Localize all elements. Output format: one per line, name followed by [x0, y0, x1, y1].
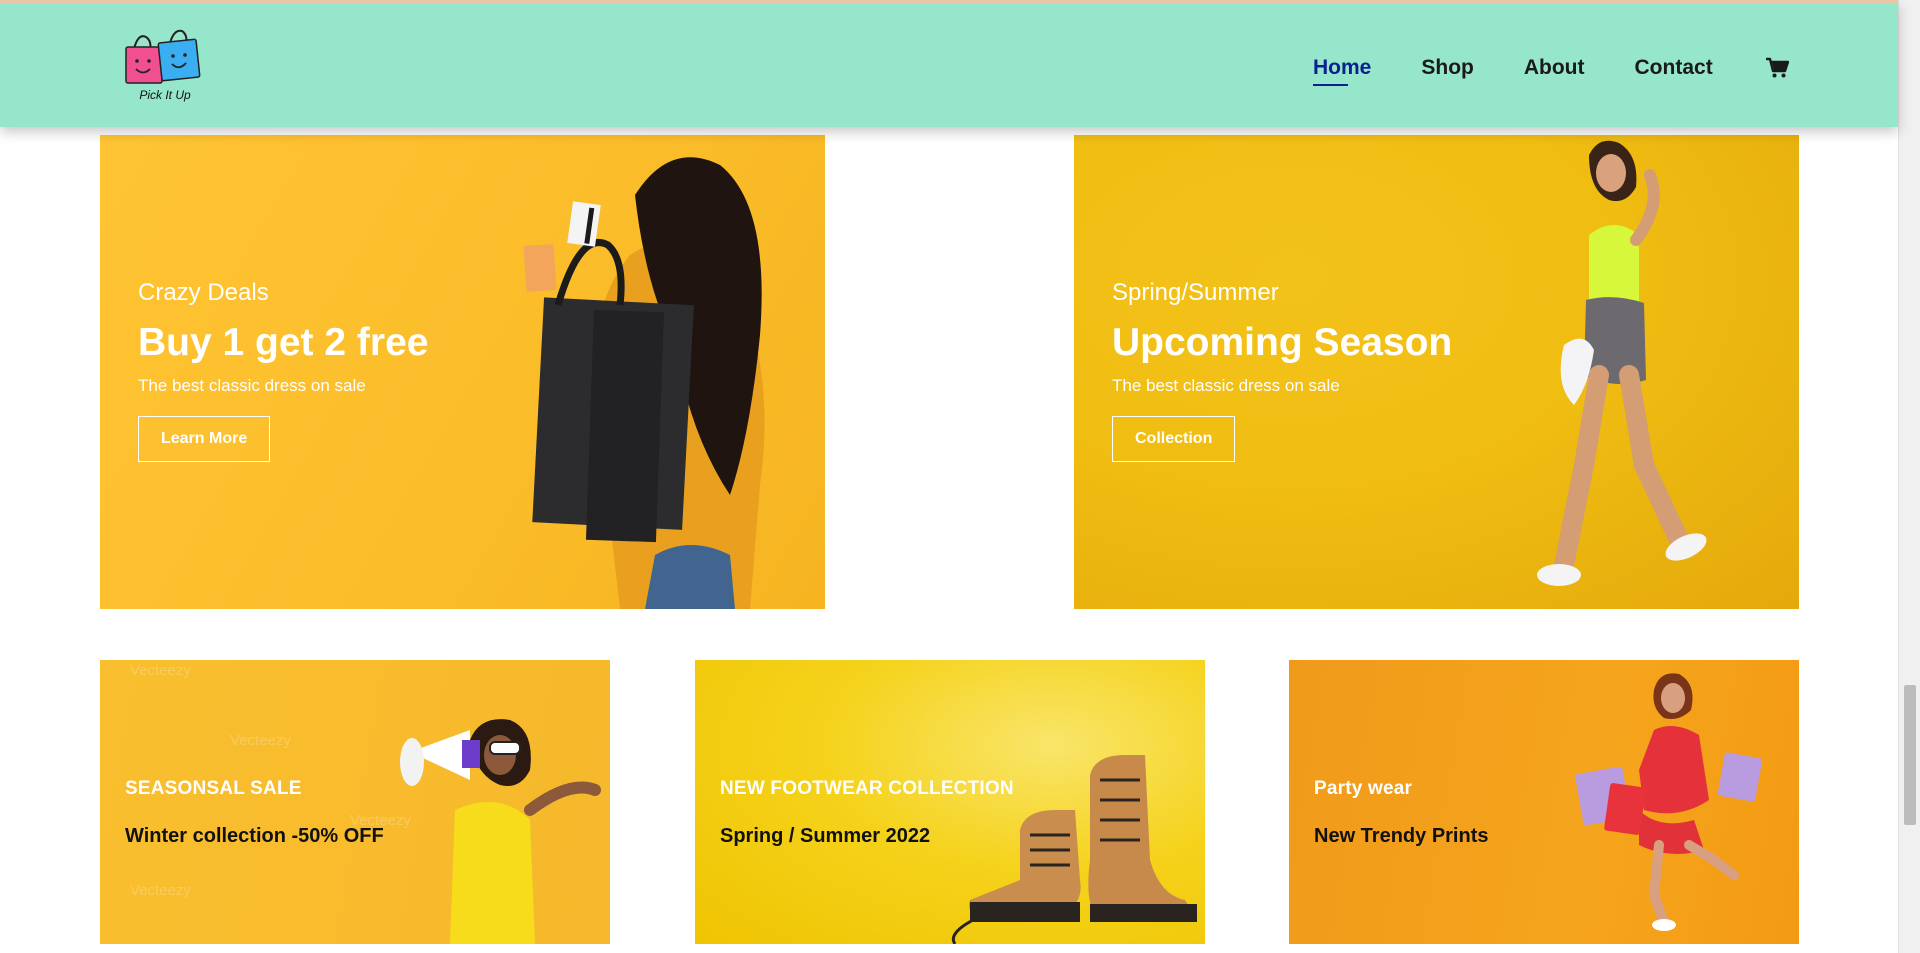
card-footwear[interactable]: NEW FOOTWEAR COLLECTION Spring / Summer … [695, 660, 1205, 944]
page: Pick It Up Home Shop About Contact Crazy… [0, 0, 1920, 953]
page-scrollbar[interactable] [1898, 0, 1920, 953]
woman-with-megaphone-image [400, 719, 601, 944]
watermark-text: Vecteezy [130, 662, 191, 679]
watermark-text: Vecteezy [130, 882, 191, 899]
cart-icon[interactable] [1765, 57, 1789, 79]
learn-more-button[interactable]: Learn More [138, 416, 271, 462]
card-title: NEW FOOTWEAR COLLECTION [720, 778, 1014, 799]
banner-subtext: The best classic dress on sale [1112, 376, 1340, 395]
scrollbar-thumb[interactable] [1904, 685, 1916, 825]
banner-tagline: Crazy Deals [138, 279, 269, 306]
banner-headline: Upcoming Season [1112, 321, 1453, 364]
card-subtitle: Winter collection -50% OFF [125, 825, 384, 847]
woman-with-shopping-bags-image [523, 157, 765, 609]
site-header: Pick It Up Home Shop About Contact [0, 0, 1898, 127]
woman-in-red-dress-image [1575, 673, 1763, 931]
watermark-text: Vecteezy [230, 732, 291, 749]
banner-headline: Buy 1 get 2 free [138, 321, 429, 364]
banner-tagline: Spring/Summer [1112, 279, 1279, 306]
collection-button[interactable]: Collection [1112, 416, 1236, 462]
boots-image [952, 755, 1197, 944]
banner-subtext: The best classic dress on sale [138, 376, 366, 395]
card-subtitle: New Trendy Prints [1314, 825, 1489, 847]
card-title: Party wear [1314, 778, 1413, 799]
card-title: SEASONSAL SALE [125, 778, 302, 799]
brand-logo[interactable]: Pick It Up [124, 27, 206, 109]
shopping-bags-icon [125, 29, 201, 84]
main-nav: Home Shop About Contact [1313, 56, 1789, 86]
nav-home[interactable]: Home [1313, 56, 1371, 86]
nav-shop[interactable]: Shop [1421, 56, 1474, 80]
nav-contact[interactable]: Contact [1635, 56, 1713, 80]
card-subtitle: Spring / Summer 2022 [720, 825, 931, 847]
card-seasonal-sale[interactable]: Vecteezy Vecteezy Vecteezy Vecteezy SEAS… [100, 660, 610, 944]
card-party-wear[interactable]: Party wear New Trendy Prints [1289, 660, 1799, 944]
logo-text: Pick It Up [139, 88, 191, 102]
woman-walking-image [1537, 140, 1707, 586]
banner-upcoming-season: Spring/Summer Upcoming Season The best c… [1074, 135, 1799, 609]
banner-crazy-deals: Crazy Deals Buy 1 get 2 free The best cl… [100, 135, 825, 609]
nav-about[interactable]: About [1524, 56, 1585, 80]
